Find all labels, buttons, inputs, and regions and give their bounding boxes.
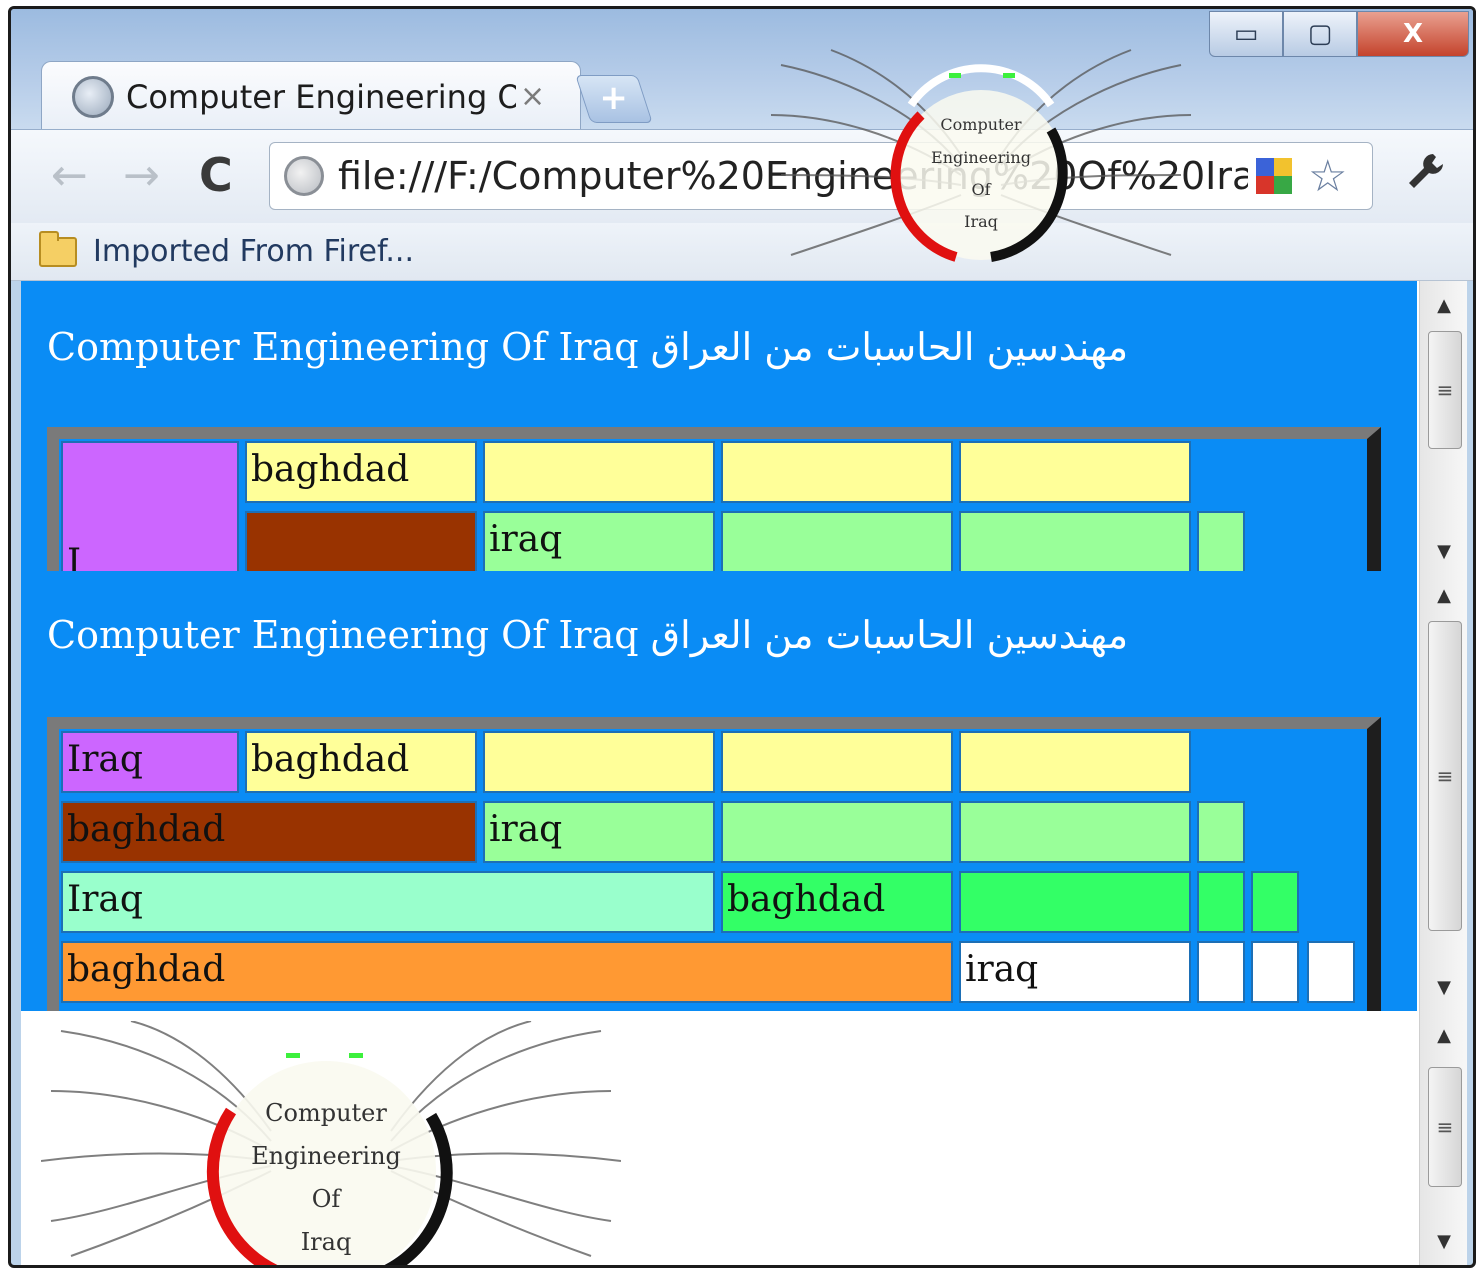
scroll-thumb[interactable]: ≡ — [1428, 621, 1462, 931]
frame-middle: Computer Engineering Of Iraq مهندسين الح… — [21, 571, 1417, 1011]
page-globe-icon — [284, 156, 324, 196]
scroll-thumb[interactable]: ≡ — [1428, 331, 1462, 449]
table-cell — [483, 731, 715, 793]
frame-middle-heading: Computer Engineering Of Iraq مهندسين الح… — [47, 613, 1129, 657]
url-text[interactable]: file:///F:/Computer%20Engineering%20Of%2… — [338, 154, 1248, 198]
table-cell — [959, 441, 1191, 503]
table-cell — [721, 731, 953, 793]
frame-top-scrollbar[interactable]: ▲ ≡ ▼ — [1419, 281, 1467, 571]
browser-tab[interactable]: Computer Engineering Of Iraq × — [41, 61, 581, 131]
bookmark-star-icon[interactable]: ☆ — [1308, 151, 1347, 202]
logo-bottom: Computer Engineering Of Iraq — [41, 1021, 621, 1265]
table-cell: baghdad — [245, 441, 477, 503]
table-cell — [483, 441, 715, 503]
table-cell: baghdad — [721, 871, 953, 933]
reload-button[interactable]: C — [199, 148, 233, 202]
logo-bottom-line4: Iraq — [301, 1228, 352, 1256]
table-cell — [1307, 941, 1355, 1003]
bookmarks-bar: Imported From Firef... — [11, 223, 1473, 281]
bookmark-folder-imported[interactable]: Imported From Firef... — [93, 234, 414, 269]
scroll-thumb[interactable]: ≡ — [1428, 1067, 1462, 1187]
frame-top-table: I baghdad iraq — [47, 427, 1381, 571]
table-cell — [959, 801, 1191, 863]
browser-window: Computer Engineering Of Iraq × + ▭ ▢ X ←… — [8, 6, 1476, 1268]
table-cell: baghdad — [61, 941, 953, 1003]
table-cell: iraq — [483, 801, 715, 863]
scroll-up-icon[interactable]: ▲ — [1420, 575, 1468, 615]
new-tab-button[interactable]: + — [575, 75, 653, 123]
table-cell: I — [61, 441, 239, 571]
address-bar[interactable]: file:///F:/Computer%20Engineering%20Of%2… — [269, 142, 1373, 210]
table-cell — [721, 511, 953, 571]
table-cell: Iraq — [61, 871, 715, 933]
table-cell — [959, 511, 1191, 571]
table-cell: Iraq — [61, 731, 239, 793]
maximize-button[interactable]: ▢ — [1283, 11, 1357, 57]
table-cell: iraq — [483, 511, 715, 571]
table-cell — [959, 871, 1191, 933]
frame-top-heading: Computer Engineering Of Iraq مهندسين الح… — [47, 325, 1129, 369]
tab-strip: Computer Engineering Of Iraq × + ▭ ▢ X — [11, 9, 1473, 131]
close-tab-icon[interactable]: × — [520, 79, 545, 114]
logo-bottom-line2: Engineering — [251, 1142, 401, 1170]
logo-bottom-line1: Computer — [265, 1099, 387, 1127]
minimize-button[interactable]: ▭ — [1209, 11, 1283, 57]
navigation-toolbar: ← → C file:///F:/Computer%20Engineering%… — [11, 129, 1473, 223]
wrench-menu-icon[interactable] — [1403, 150, 1447, 205]
extension-icon[interactable] — [1256, 158, 1292, 194]
scroll-up-icon[interactable]: ▲ — [1420, 1015, 1468, 1055]
frame-middle-scrollbar[interactable]: ▲ ≡ ▼ — [1419, 571, 1467, 1011]
tab-title: Computer Engineering Of Iraq — [126, 77, 516, 116]
window-controls: ▭ ▢ X — [1209, 11, 1469, 57]
back-button[interactable]: ← — [51, 150, 88, 201]
table-cell: baghdad — [245, 731, 477, 793]
table-cell — [1197, 511, 1245, 571]
table-cell — [1251, 941, 1299, 1003]
table-cell — [245, 511, 477, 571]
close-window-button[interactable]: X — [1357, 11, 1469, 57]
frame-top: Computer Engineering Of Iraq مهندسين الح… — [21, 281, 1417, 571]
frame-middle-table: Iraq baghdad baghdad iraq Iraq baghdad b… — [47, 717, 1381, 1011]
table-cell — [959, 731, 1191, 793]
table-cell — [1197, 941, 1245, 1003]
scroll-down-icon[interactable]: ▼ — [1420, 531, 1468, 571]
frame-bottom-scrollbar[interactable]: ▲ ≡ ▼ — [1419, 1011, 1467, 1265]
table-cell — [721, 441, 953, 503]
table-cell: iraq — [959, 941, 1191, 1003]
forward-button[interactable]: → — [123, 150, 160, 201]
globe-icon — [72, 75, 114, 118]
plus-icon: + — [599, 78, 628, 118]
table-cell: baghdad — [61, 801, 477, 863]
scroll-up-icon[interactable]: ▲ — [1420, 285, 1468, 325]
table-cell — [1197, 801, 1245, 863]
table-cell — [1251, 871, 1299, 933]
folder-icon — [39, 230, 77, 267]
scroll-down-icon[interactable]: ▼ — [1420, 967, 1468, 1007]
logo-bottom-line3: Of — [312, 1185, 343, 1213]
scroll-down-icon[interactable]: ▼ — [1420, 1221, 1468, 1261]
table-cell — [721, 801, 953, 863]
table-cell — [1197, 871, 1245, 933]
